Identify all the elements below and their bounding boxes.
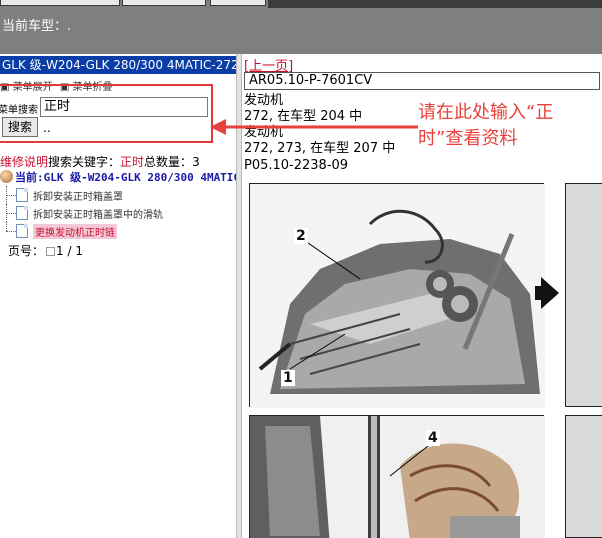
side-illustration-2 bbox=[565, 415, 602, 538]
summary-count: 3 bbox=[192, 155, 200, 169]
top-banner-strip bbox=[268, 0, 602, 8]
summary-keyword-label: 搜索关键字： bbox=[48, 155, 121, 169]
page-checkbox[interactable] bbox=[46, 247, 56, 256]
top-tab-3[interactable] bbox=[210, 0, 266, 6]
callout-label: 2 bbox=[294, 228, 308, 244]
doc-line: 272, 273, 在车型 207 中 bbox=[244, 141, 396, 156]
page-label: 页号： bbox=[8, 244, 45, 258]
document-icon bbox=[16, 224, 28, 238]
callout-label: 4 bbox=[426, 430, 440, 446]
annotation-text: 请在此处输入“正时”查看资料 bbox=[418, 102, 554, 149]
doc-line: P05.10-2238-09 bbox=[244, 158, 349, 173]
annotation-arrow-icon bbox=[210, 119, 418, 135]
vehicle-label: 当前车型：. bbox=[2, 19, 72, 34]
service-figure: 2 1 4 bbox=[249, 183, 545, 538]
timing-chain-drawing bbox=[250, 416, 545, 538]
search-highlight-box bbox=[0, 84, 213, 143]
tree-item-label: 拆卸安装正时箱盖罩 bbox=[33, 192, 123, 203]
document-icon bbox=[16, 206, 28, 220]
top-tab-1[interactable] bbox=[0, 0, 120, 6]
tree-connector bbox=[6, 195, 16, 196]
document-icon bbox=[16, 188, 28, 202]
page-value: 1 / 1 bbox=[56, 244, 83, 258]
model-title-bar: GLK 级-W204-GLK 280/300 4MATIC-2729 bbox=[0, 56, 236, 74]
doc-code-box: AR05.10-P-7601CV bbox=[244, 72, 600, 90]
summary-prefix: 维修说明 bbox=[0, 155, 49, 169]
doc-line: 发动机 bbox=[244, 93, 284, 108]
result-tree: 拆卸安装正时箱盖罩 拆卸安装正时箱盖罩中的滑轨 更换发动机正时链 bbox=[0, 186, 236, 240]
tree-connector bbox=[6, 213, 16, 214]
side-illustration-1 bbox=[565, 183, 602, 407]
summary-keyword: 正时 bbox=[120, 155, 145, 169]
tree-item-selected[interactable]: 更换发动机正时链 bbox=[0, 222, 236, 240]
person-icon bbox=[0, 170, 13, 183]
top-tab-2[interactable] bbox=[122, 0, 206, 6]
tree-item[interactable]: 拆卸安装正时箱盖罩 bbox=[0, 186, 236, 204]
engine-illustration: 2 1 bbox=[249, 183, 545, 408]
current-model-label: 当前:GLK 级-W204-GLK 280/300 4MATIC bbox=[15, 171, 236, 184]
tree-connector bbox=[6, 231, 16, 232]
tree-item-label: 更换发动机正时链 bbox=[33, 224, 117, 239]
tree-item[interactable]: 拆卸安装正时箱盖罩中的滑轨 bbox=[0, 204, 236, 222]
next-step-arrow-icon bbox=[541, 277, 559, 309]
callout-label: 1 bbox=[281, 370, 295, 386]
page-indicator: 页号： 1 / 1 bbox=[8, 242, 83, 259]
current-model-row[interactable]: 当前:GLK 级-W204-GLK 280/300 4MATIC bbox=[0, 169, 236, 185]
tree-connector bbox=[6, 222, 7, 231]
top-banner: 当前车型：. bbox=[0, 0, 602, 54]
search-summary: 维修说明搜索关键字：正时总数量：3 bbox=[0, 153, 200, 170]
summary-count-label: 总数量： bbox=[144, 155, 193, 169]
timing-chain-illustration: 4 bbox=[249, 415, 545, 538]
tree-item-label: 拆卸安装正时箱盖罩中的滑轨 bbox=[33, 210, 163, 221]
